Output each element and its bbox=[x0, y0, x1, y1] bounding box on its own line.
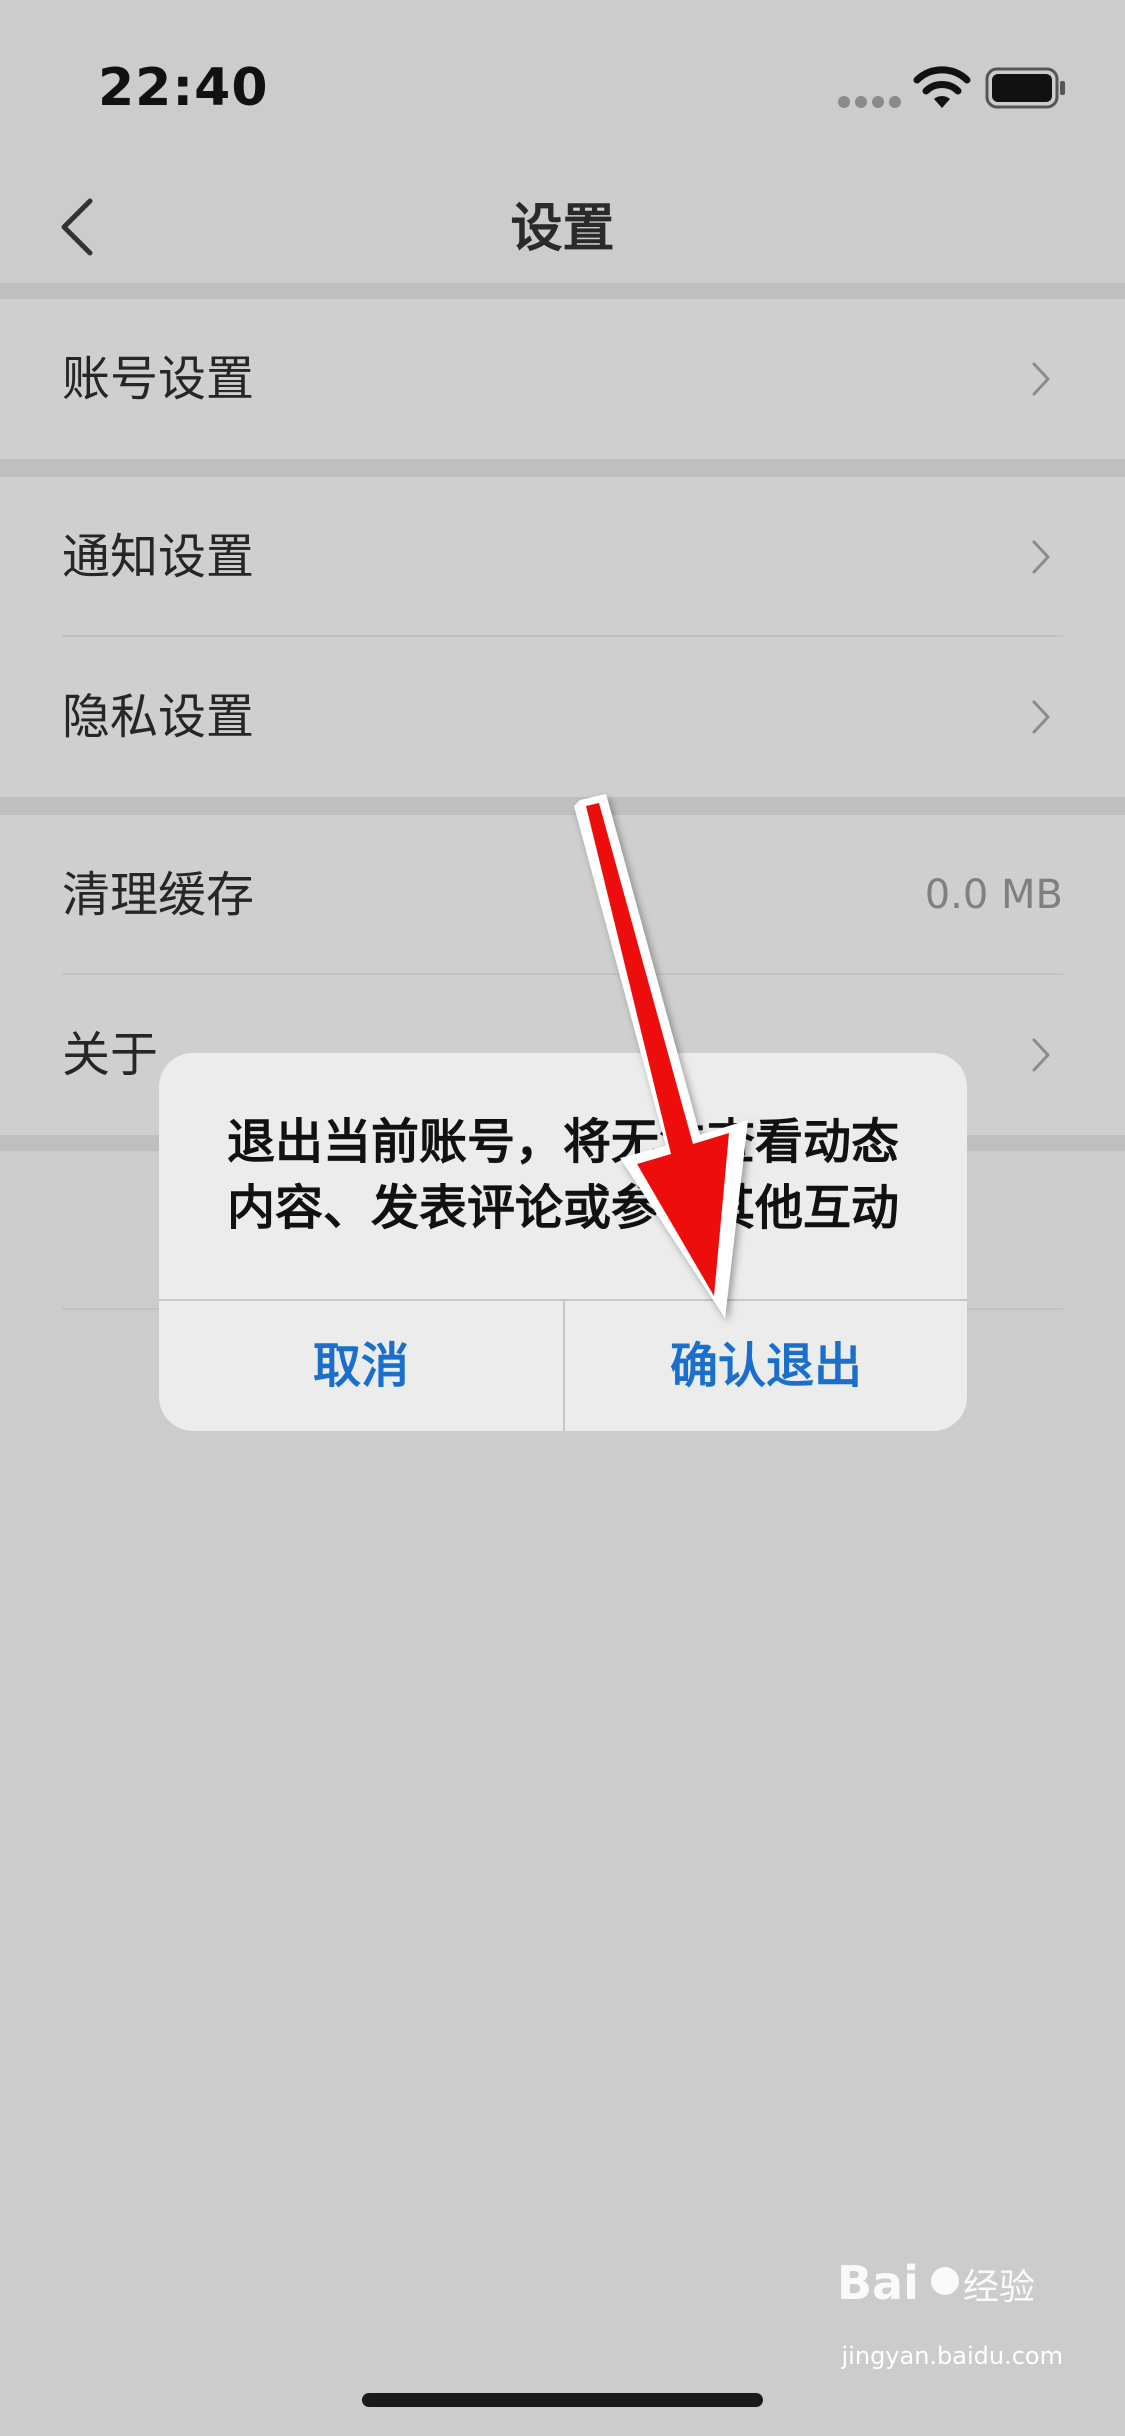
row-label: 账号设置 bbox=[62, 351, 255, 407]
row-label: 通知设置 bbox=[62, 529, 255, 585]
logout-confirm-dialog: 退出当前账号，将无法查看动态内容、发表评论或参与其他互动 取消 确认退出 bbox=[159, 1053, 967, 1431]
confirm-logout-button[interactable]: 确认退出 bbox=[565, 1301, 967, 1431]
settings-screen: 22:40 设置 账号设置 通知设置 隐私设置 清理缓存 0.0 MB 关于 退… bbox=[0, 0, 1125, 2436]
settings-row-cache[interactable]: 清理缓存 0.0 MB bbox=[0, 815, 1125, 975]
wifi-icon bbox=[913, 66, 971, 108]
page-title: 设置 bbox=[510, 199, 615, 259]
chevron-right-icon bbox=[1032, 1038, 1050, 1072]
settings-row-account[interactable]: 账号设置 bbox=[0, 299, 1125, 459]
nav-bar: 设置 bbox=[0, 175, 1125, 283]
status-time: 22:40 bbox=[98, 58, 269, 118]
section-gap bbox=[0, 459, 1125, 477]
row-label: 清理缓存 bbox=[62, 867, 255, 923]
settings-group-notify-privacy: 通知设置 隐私设置 bbox=[0, 477, 1125, 797]
settings-row-notification[interactable]: 通知设置 bbox=[0, 477, 1125, 637]
settings-group-account: 账号设置 bbox=[0, 299, 1125, 459]
dialog-message: 退出当前账号，将无法查看动态内容、发表评论或参与其他互动 bbox=[226, 1114, 899, 1236]
section-gap bbox=[0, 797, 1125, 815]
signal-dots-icon bbox=[838, 96, 901, 110]
chevron-right-icon bbox=[1032, 540, 1050, 574]
svg-text:Bai: Bai bbox=[837, 2256, 919, 2310]
cancel-button[interactable]: 取消 bbox=[159, 1301, 563, 1431]
section-gap bbox=[0, 283, 1125, 299]
row-label: 关于 bbox=[62, 1027, 159, 1083]
status-bar: 22:40 bbox=[0, 0, 1125, 175]
svg-text:经验: 经验 bbox=[963, 2267, 1035, 2308]
chevron-right-icon bbox=[1032, 700, 1050, 734]
cache-size-value: 0.0 MB bbox=[924, 872, 1063, 918]
watermark-url: jingyan.baidu.com bbox=[841, 2342, 1063, 2370]
row-label: 隐私设置 bbox=[62, 689, 255, 745]
baidu-jingyan-watermark-icon: Bai 经验 bbox=[837, 2256, 1035, 2310]
chevron-right-icon bbox=[1032, 362, 1050, 396]
battery-icon bbox=[985, 67, 1065, 109]
settings-row-privacy[interactable]: 隐私设置 bbox=[0, 637, 1125, 797]
home-indicator[interactable] bbox=[362, 2393, 763, 2407]
